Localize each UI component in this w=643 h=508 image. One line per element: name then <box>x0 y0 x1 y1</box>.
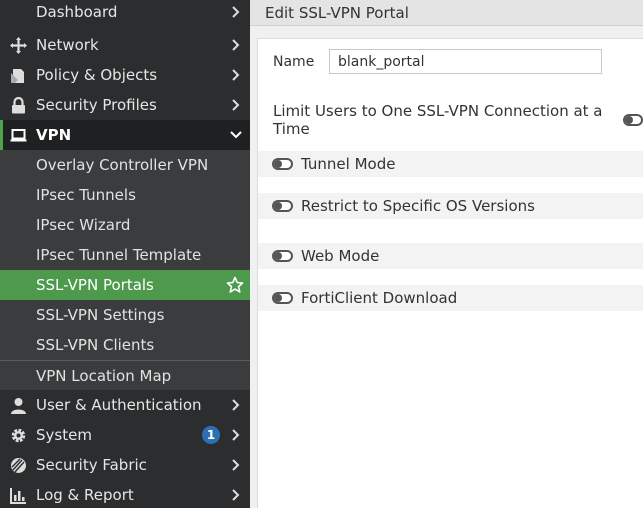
sidebar-item-label: User & Authentication <box>36 396 202 414</box>
sidebar-subitem-overlay-controller-vpn[interactable]: Overlay Controller VPN <box>0 150 250 180</box>
page-title: Edit SSL-VPN Portal <box>250 0 643 26</box>
web-mode-toggle[interactable] <box>272 250 293 262</box>
chevron-right-icon <box>232 429 240 441</box>
sidebar-item-label: Policy & Objects <box>36 66 158 84</box>
chevron-right-icon <box>232 399 240 411</box>
star-icon[interactable] <box>226 276 244 294</box>
gear-icon <box>11 428 26 443</box>
notification-badge: 1 <box>202 426 220 444</box>
sidebar-subitem-label: VPN Location Map <box>36 366 172 385</box>
tunnel-mode-toggle[interactable] <box>272 158 293 170</box>
name-input[interactable] <box>329 49 602 74</box>
sidebar-item-log-report[interactable]: Log & Report <box>0 480 250 508</box>
sidebar-subitem-label: SSL-VPN Settings <box>36 306 165 324</box>
section-label: Restrict to Specific OS Versions <box>301 197 535 215</box>
sidebar-subitem-ssl-vpn-clients[interactable]: SSL-VPN Clients <box>0 330 250 360</box>
sidebar-item-label: Security Fabric <box>36 456 147 474</box>
chevron-right-icon <box>232 459 240 471</box>
network-icon <box>10 37 27 54</box>
fabric-icon <box>11 458 26 473</box>
sidebar-item-dashboard[interactable]: Dashboard <box>0 0 250 27</box>
sidebar-item-network[interactable]: Network <box>0 30 250 60</box>
name-row: Name <box>273 49 602 74</box>
user-icon <box>11 398 26 414</box>
sidebar-subitem-label: IPsec Wizard <box>36 216 131 234</box>
limit-connection-row: Limit Users to One SSL-VPN Connection at… <box>273 102 643 138</box>
sidebar-subitem-ssl-vpn-portals[interactable]: SSL-VPN Portals <box>0 270 250 300</box>
sidebar: Dashboard Network Policy & Objects Secur… <box>0 0 250 508</box>
name-label: Name <box>273 53 315 70</box>
chart-icon <box>10 488 26 504</box>
section-label: Web Mode <box>301 247 380 265</box>
chevron-right-icon <box>232 6 240 18</box>
sidebar-subitem-label: SSL-VPN Clients <box>36 336 155 354</box>
chevron-right-icon <box>232 69 240 81</box>
chevron-right-icon <box>232 99 240 111</box>
sidebar-subitem-ipsec-tunnel-template[interactable]: IPsec Tunnel Template <box>0 240 250 270</box>
sidebar-subitem-label: IPsec Tunnel Template <box>36 246 202 264</box>
form-panel: Name Limit Users to One SSL-VPN Connecti… <box>257 38 643 508</box>
sidebar-item-vpn[interactable]: VPN <box>0 120 250 150</box>
chevron-right-icon <box>232 489 240 501</box>
chevron-right-icon <box>232 39 240 51</box>
sidebar-subitem-ssl-vpn-settings[interactable]: SSL-VPN Settings <box>0 300 250 330</box>
policy-icon <box>11 69 24 83</box>
sidebar-item-system[interactable]: System 1 <box>0 420 250 450</box>
sidebar-item-policy-objects[interactable]: Policy & Objects <box>0 60 250 90</box>
sidebar-subitem-label: SSL-VPN Portals <box>36 276 154 294</box>
sidebar-item-label: VPN <box>36 126 72 144</box>
restrict-os-toggle[interactable] <box>272 200 293 212</box>
sidebar-item-label: System <box>36 426 92 444</box>
laptop-icon <box>10 129 27 142</box>
section-forticlient-download: FortiClient Download <box>258 285 643 311</box>
section-label: FortiClient Download <box>301 289 458 307</box>
sidebar-subitem-ipsec-tunnels[interactable]: IPsec Tunnels <box>0 180 250 210</box>
sidebar-item-label: Network <box>36 36 99 54</box>
sidebar-item-security-fabric[interactable]: Security Fabric <box>0 450 250 480</box>
sidebar-subitem-label: Overlay Controller VPN <box>36 156 209 174</box>
limit-connection-label: Limit Users to One SSL-VPN Connection at… <box>273 102 603 138</box>
section-tunnel-mode: Tunnel Mode <box>258 151 643 177</box>
sidebar-subitem-label: IPsec Tunnels <box>36 186 136 204</box>
sidebar-subitem-ipsec-wizard[interactable]: IPsec Wizard <box>0 210 250 240</box>
section-web-mode: Web Mode <box>258 243 643 269</box>
lock-icon <box>12 97 25 114</box>
sidebar-item-label: Security Profiles <box>36 96 157 114</box>
dashboard-icon <box>10 4 27 21</box>
section-restrict-os-versions: Restrict to Specific OS Versions <box>258 193 643 219</box>
forticlient-download-toggle[interactable] <box>272 292 293 304</box>
section-label: Tunnel Mode <box>301 155 396 173</box>
sidebar-item-label: Dashboard <box>36 3 118 21</box>
sidebar-item-security-profiles[interactable]: Security Profiles <box>0 90 250 120</box>
limit-connection-toggle[interactable] <box>623 114 643 126</box>
sidebar-item-user-authentication[interactable]: User & Authentication <box>0 390 250 420</box>
sidebar-subitem-vpn-location-map[interactable]: VPN Location Map <box>0 360 250 390</box>
chevron-down-icon <box>230 131 242 139</box>
sidebar-item-label: Log & Report <box>36 486 134 504</box>
